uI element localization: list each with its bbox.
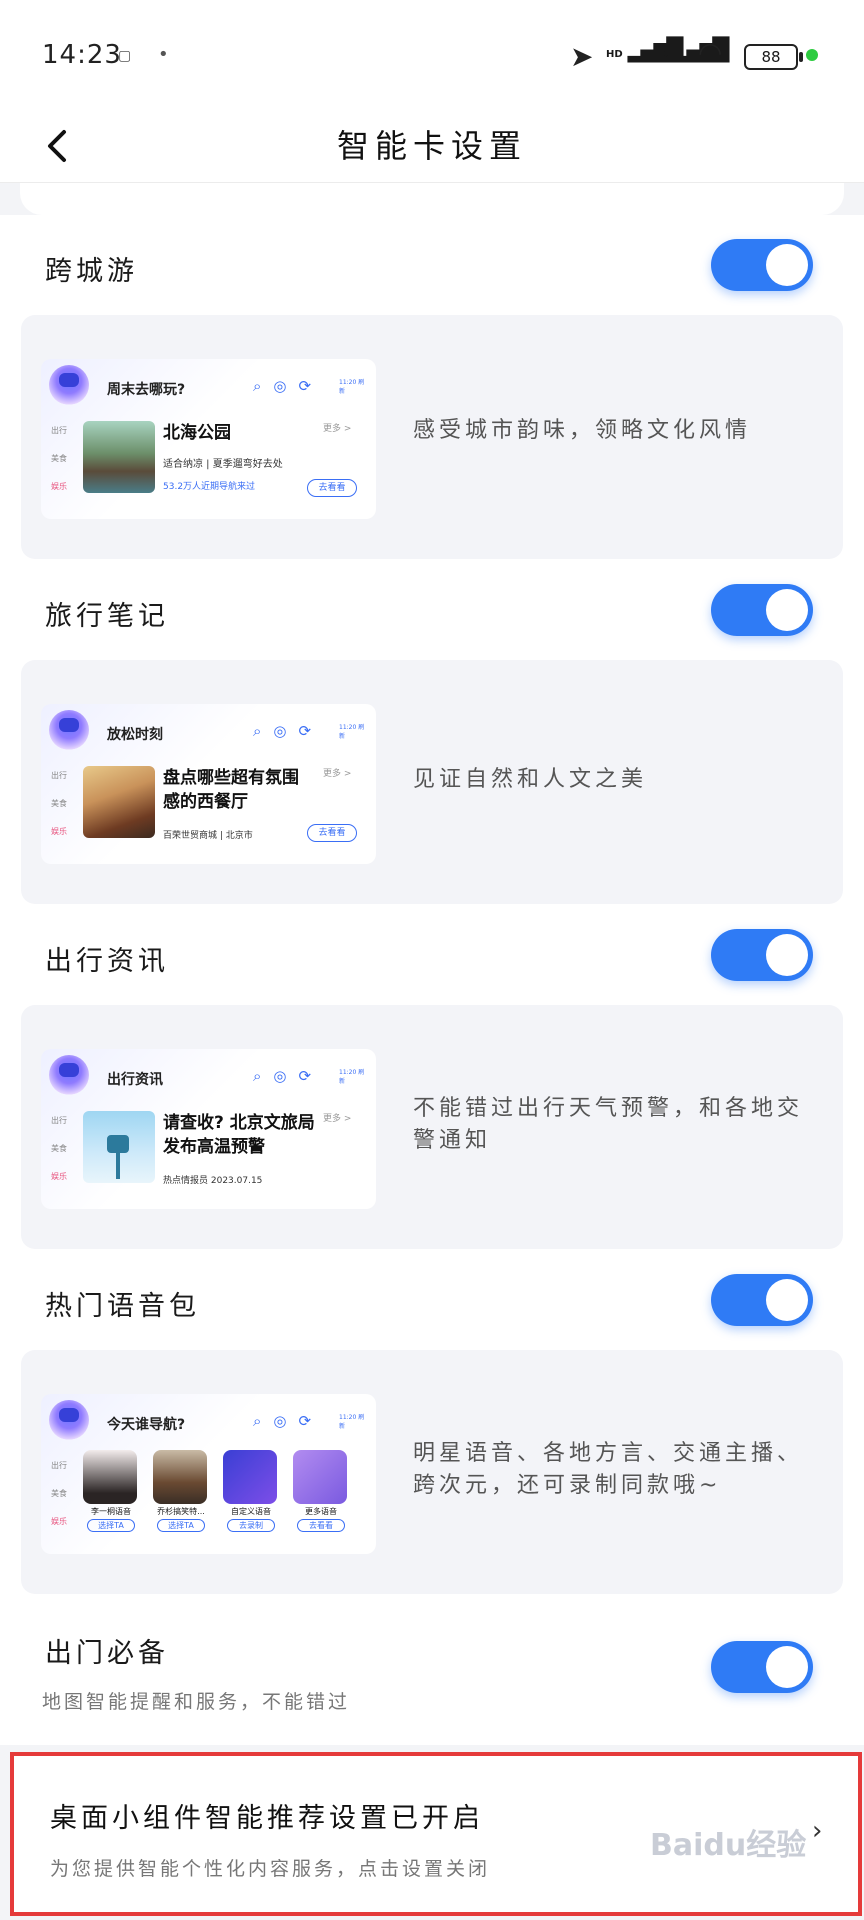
card-title: 放松时刻 (107, 727, 163, 743)
preview-panel: 今天谁导航? ⌕◎⟳ 11:20 刷新 出行 美食 娱乐 李一桐语音 选择TA 乔杉… (21, 1350, 843, 1594)
section-travel-notes: 旅行笔记 放松时刻 ⌕◎⟳ 11:20 刷新 出行 美食 娱乐 更多 > 盘点哪些超… (0, 560, 864, 905)
toggle-knob (766, 934, 808, 976)
voice-avatar (153, 1450, 207, 1504)
voice-avatar (223, 1450, 277, 1504)
park-thumbnail (83, 421, 155, 493)
preview-panel: 出行资讯 ⌕◎⟳ 11:20 刷新 出行 美食 娱乐 更多 > 请查收? 北京文旅局… (21, 1005, 843, 1249)
card-headline: 请查收? 北京文旅局发布高温预警 (163, 1113, 315, 1157)
voice-avatar (293, 1450, 347, 1504)
more-link: 更多 > (323, 424, 352, 434)
hd-label-2: HD (652, 49, 669, 60)
robot-icon (49, 365, 89, 405)
preview-card: 今天谁导航? ⌕◎⟳ 11:20 刷新 出行 美食 娱乐 李一桐语音 选择TA 乔杉… (41, 1394, 376, 1554)
chevron-left-icon (48, 130, 66, 162)
card-action-icons: ⌕◎⟳ (253, 377, 324, 395)
section-subtitle: 地图智能提醒和服务，不能错过 (42, 1691, 351, 1713)
preview-panel: 放松时刻 ⌕◎⟳ 11:20 刷新 出行 美食 娱乐 更多 > 盘点哪些超有氛围感的… (21, 660, 843, 904)
toggle-knob (766, 244, 808, 286)
widget-title: 桌面小组件智能推荐设置已开启 (50, 1803, 484, 1834)
section-title: 出行资讯 (45, 946, 169, 977)
toggle-travel-news[interactable] (711, 929, 813, 981)
mailbox-thumbnail (83, 1111, 155, 1183)
section-title: 跨城游 (45, 256, 138, 287)
green-dot-icon (806, 49, 818, 61)
card-title: 今天谁导航? (107, 1417, 186, 1433)
card-refresh-time: 11:20 刷新 (339, 1414, 365, 1430)
dot-icon: • (158, 44, 169, 65)
section-description: 明星语音、各地方言、交通主播、跨次元，还可录制同款哦~ (413, 1441, 804, 1498)
widget-subtitle: 为您提供智能个性化内容服务，点击设置关闭 (50, 1858, 491, 1880)
hd-label: HD (606, 49, 623, 60)
notification-icon: ▢ (118, 48, 132, 64)
toggle-knob (766, 1279, 808, 1321)
toggle-cross-city[interactable] (711, 239, 813, 291)
card-side-tabs: 出行 美食 娱乐 (51, 1461, 67, 1526)
page-title: 智能卡设置 (336, 127, 527, 165)
card-side-tabs: 出行 美食 娱乐 (51, 426, 67, 491)
back-button[interactable] (38, 110, 78, 182)
card-side-tabs: 出行 美食 娱乐 (51, 771, 67, 836)
card-action-icons: ⌕◎⟳ (253, 1412, 324, 1430)
robot-icon (49, 710, 89, 750)
card-action-icons: ⌕◎⟳ (253, 722, 324, 740)
preview-card: 出行资讯 ⌕◎⟳ 11:20 刷新 出行 美食 娱乐 更多 > 请查收? 北京文旅局… (41, 1049, 376, 1209)
voice-item: 自定义语音 去录制 (223, 1450, 279, 1532)
section-outdoor-essentials: 出门必备 地图智能提醒和服务，不能错过 (0, 1595, 864, 1745)
card-subtitle: 百荣世贸商城 | 北京市 (163, 831, 253, 841)
card-refresh-time: 11:20 刷新 (339, 724, 365, 740)
status-time: 14:23 (42, 40, 122, 70)
food-thumbnail (83, 766, 155, 838)
card-subtitle: 适合纳凉 | 夏季遛弯好去处 (163, 459, 283, 470)
card-refresh-time: 11:20 刷新 (339, 379, 365, 395)
preview-panel: 周末去哪玩? ⌕◎⟳ 11:20 刷新 出行 美食 娱乐 更多 > 北海公园 适合纳… (21, 315, 843, 559)
section-voice-packs: 热门语音包 今天谁导航? ⌕◎⟳ 11:20 刷新 出行 美食 娱乐 李一桐语音 选… (0, 1250, 864, 1595)
section-title: 出门必备 (45, 1638, 169, 1669)
card-headline: 北海公园 (163, 423, 231, 443)
more-link: 更多 > (323, 769, 352, 779)
card-headline: 盘点哪些超有氛围感的西餐厅 (163, 768, 299, 812)
voice-avatar (83, 1450, 137, 1504)
go-see-pill: 去看看 (307, 479, 357, 497)
section-description: 见证自然和人文之美 (413, 767, 648, 792)
card-refresh-time: 11:20 刷新 (339, 1069, 365, 1085)
toggle-knob (766, 589, 808, 631)
chevron-right-icon: › (812, 1816, 823, 1846)
watermark-logo: Baidu经验 (650, 1828, 807, 1863)
section-description: 感受城市韵味，领略文化风情 (413, 418, 752, 443)
preview-card: 放松时刻 ⌕◎⟳ 11:20 刷新 出行 美食 娱乐 更多 > 盘点哪些超有氛围感的… (41, 704, 376, 864)
toggle-knob (766, 1646, 808, 1688)
voice-item: 更多语音 去看看 (293, 1450, 349, 1532)
header-bar: 智能卡设置 (0, 110, 864, 183)
robot-icon (49, 1400, 89, 1440)
location-arrow-icon: ➤ (570, 40, 594, 73)
card-stat: 53.2万人近期导航来过 (163, 482, 256, 492)
card-title: 出行资讯 (107, 1072, 163, 1088)
robot-icon (49, 1055, 89, 1095)
section-title: 旅行笔记 (45, 601, 169, 632)
card-subtitle: 热点情报员 2023.07.15 (163, 1176, 263, 1186)
wifi-icon: ◠ (698, 36, 723, 69)
top-card-edge (20, 183, 844, 215)
card-action-icons: ⌕◎⟳ (253, 1067, 324, 1085)
status-bar: 14:23 ▢ • ➤ HD ▂▄▆█ HD ▂▄▆█ ◠ 88 (0, 0, 864, 110)
section-cross-city: 跨城游 周末去哪玩? ⌕◎⟳ 11:20 刷新 出行 美食 娱乐 更多 > 北海公园… (0, 215, 864, 560)
voice-item: 李一桐语音 选择TA (83, 1450, 139, 1532)
battery-indicator: 88 (744, 44, 803, 70)
toggle-travel-notes[interactable] (711, 584, 813, 636)
voice-item: 乔杉搞笑特... 选择TA (153, 1450, 209, 1532)
section-description: 不能错过出行天气预警，和各地交警通知 (413, 1096, 804, 1153)
section-title: 热门语音包 (45, 1291, 200, 1322)
toggle-outdoor-essentials[interactable] (711, 1641, 813, 1693)
preview-card: 周末去哪玩? ⌕◎⟳ 11:20 刷新 出行 美食 娱乐 更多 > 北海公园 适合纳… (41, 359, 376, 519)
toggle-voice-packs[interactable] (711, 1274, 813, 1326)
section-travel-news: 出行资讯 出行资讯 ⌕◎⟳ 11:20 刷新 出行 美食 娱乐 更多 > 请查收? … (0, 905, 864, 1250)
go-see-pill: 去看看 (307, 824, 357, 842)
card-title: 周末去哪玩? (107, 382, 186, 398)
card-side-tabs: 出行 美食 娱乐 (51, 1116, 67, 1181)
more-link: 更多 > (323, 1114, 352, 1124)
